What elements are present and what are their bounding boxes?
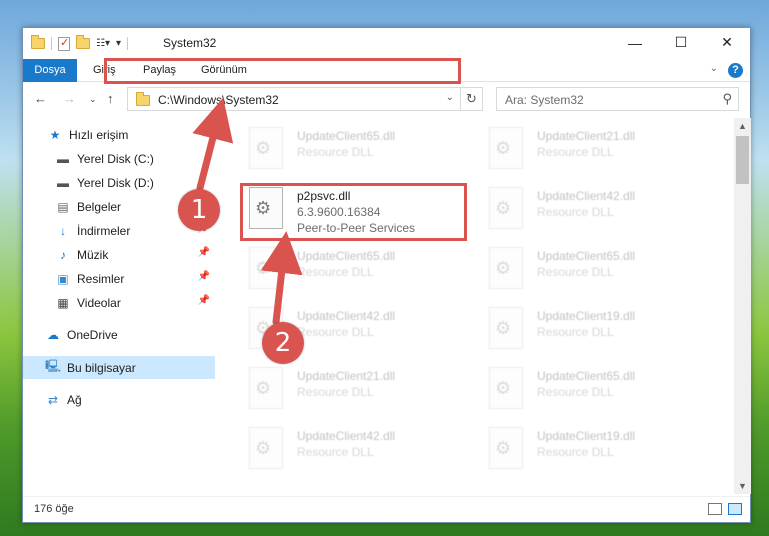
annotation-arrows [192, 97, 303, 326]
arrow-to-address-bar [192, 97, 234, 192]
arrow-to-file [260, 231, 303, 326]
step-1-badge: 1 [178, 189, 220, 231]
step-2-badge: 2 [262, 322, 304, 364]
